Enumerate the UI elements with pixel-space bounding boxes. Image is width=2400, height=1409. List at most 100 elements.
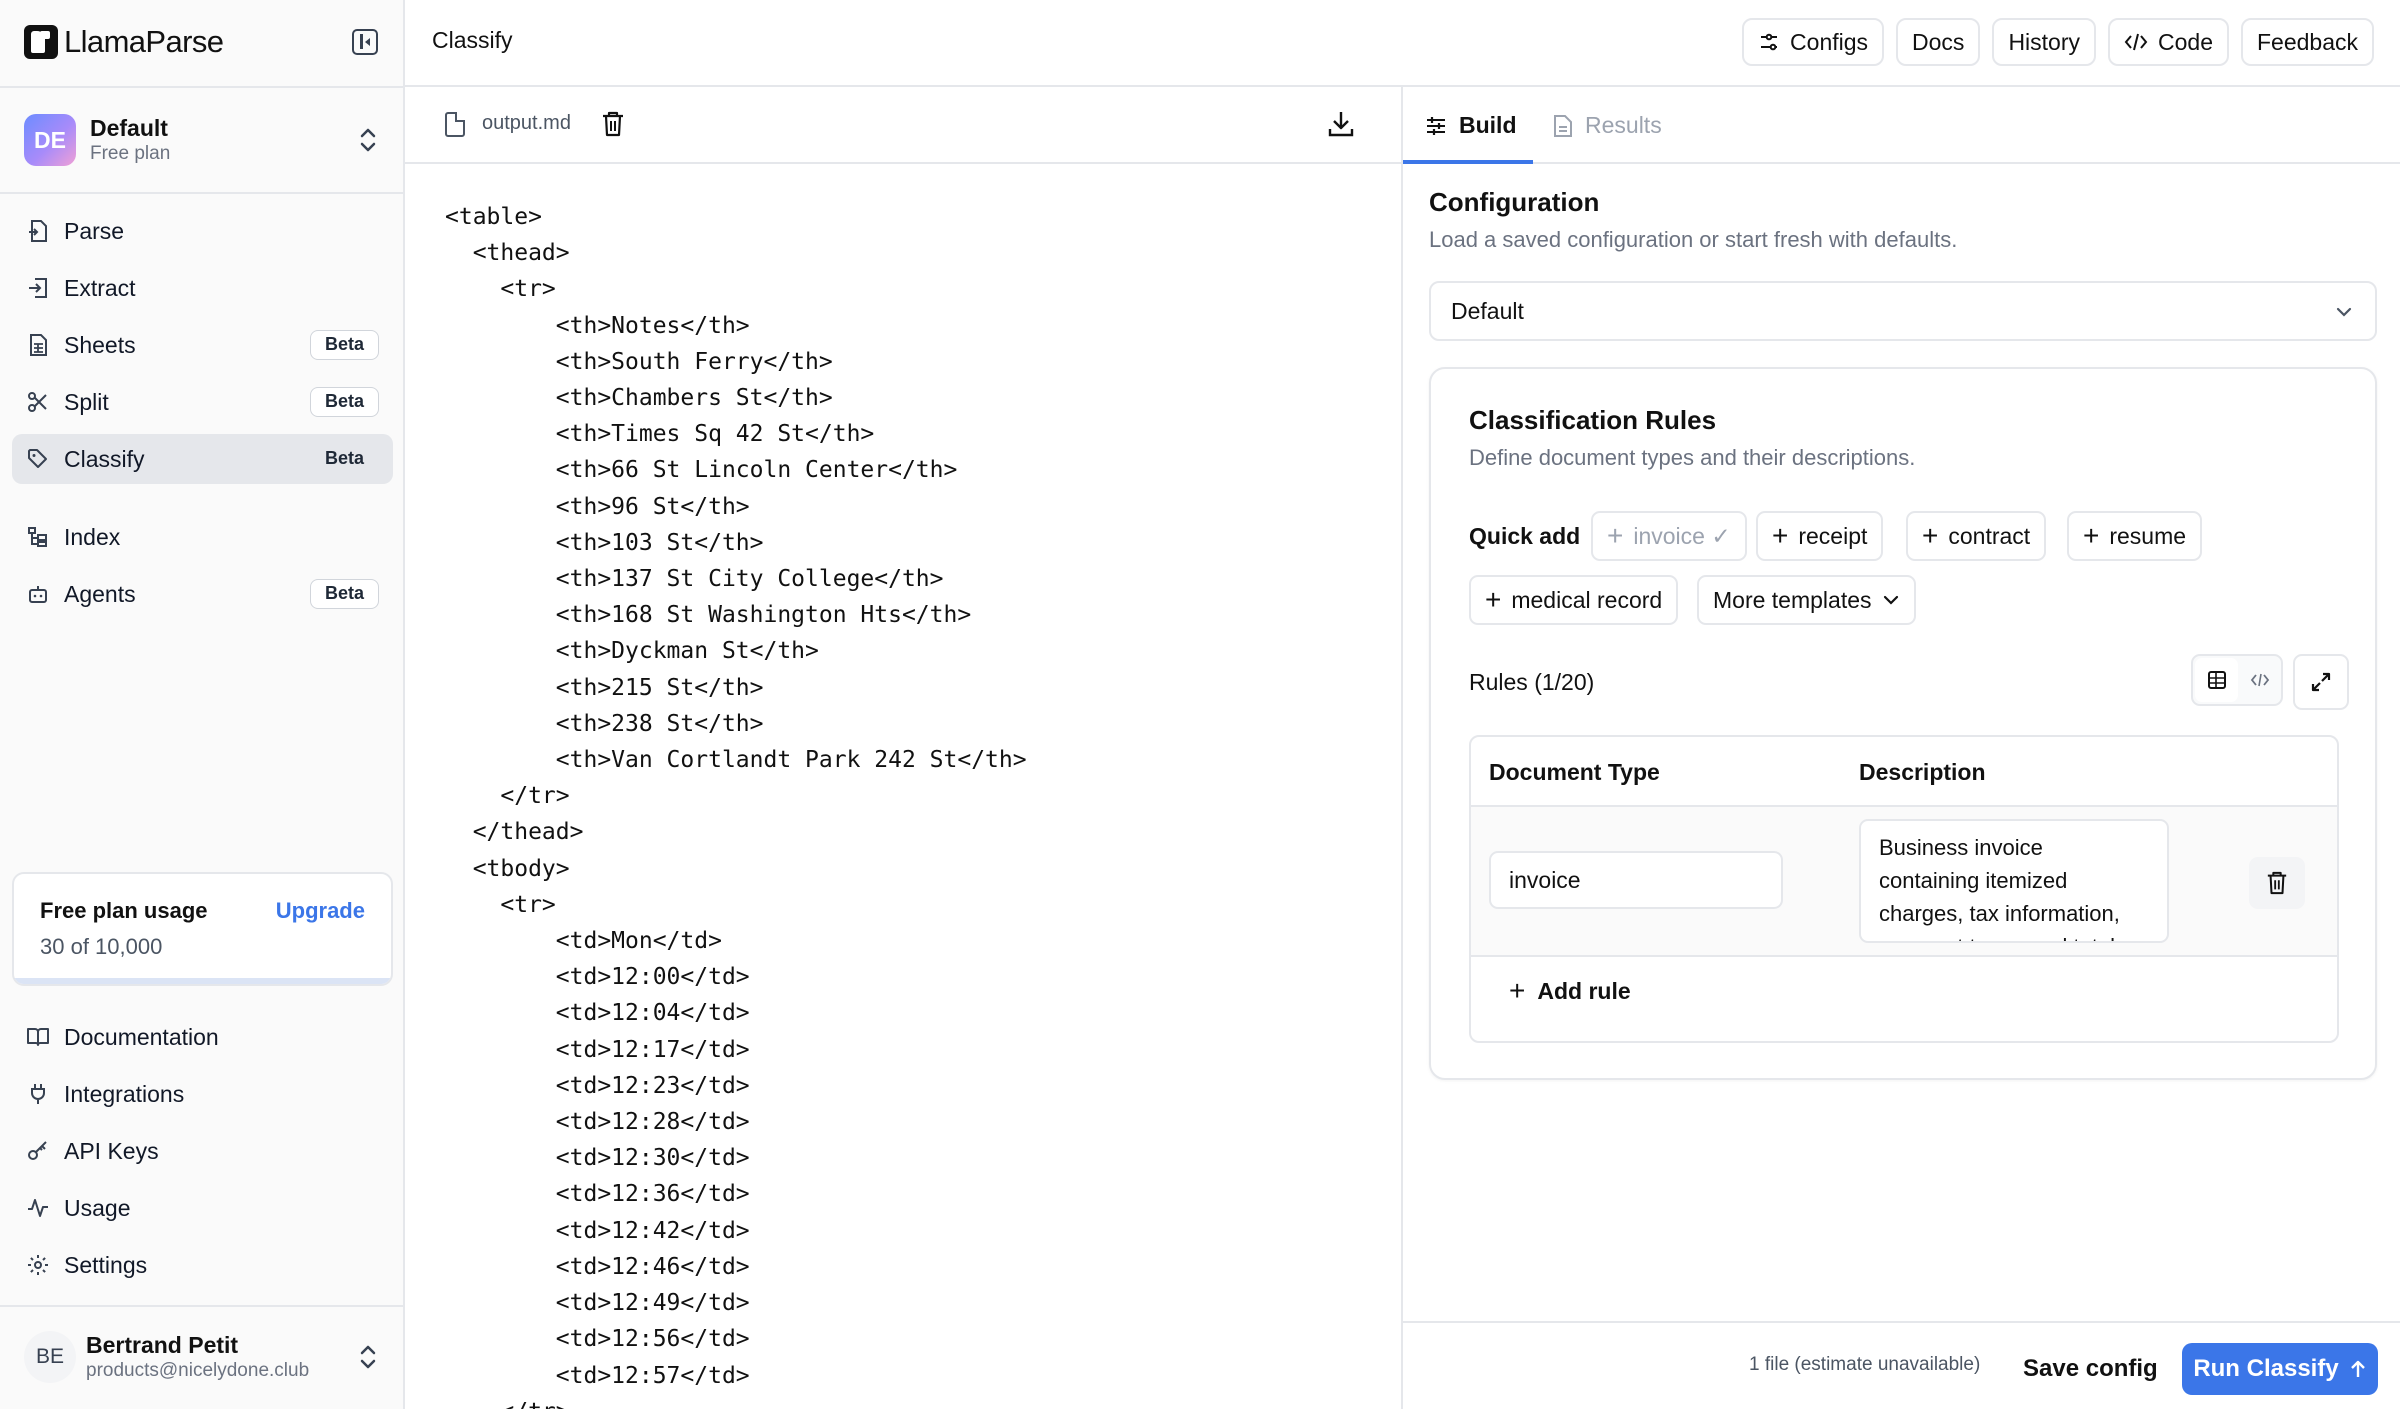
feedback-button[interactable]: Feedback — [2240, 18, 2374, 66]
quick-add-contract[interactable]: + contract — [1906, 511, 2047, 561]
description-textarea[interactable]: Business invoice containing itemized cha… — [1859, 819, 2169, 943]
run-classify-label: Run Classify — [2193, 1355, 2339, 1382]
expand-icon[interactable] — [2293, 654, 2349, 710]
nav-item-extract[interactable]: Extract — [12, 263, 393, 313]
plus-icon: + — [2083, 520, 2100, 551]
collapse-sidebar-icon[interactable] — [352, 29, 378, 55]
download-icon[interactable] — [1327, 109, 1355, 139]
build-pane: Build Results Configuration Load a saved… — [1403, 87, 2400, 1409]
avatar: BE — [24, 1331, 76, 1383]
beta-badge: Beta — [309, 444, 379, 474]
run-classify-button[interactable]: Run Classify — [2182, 1343, 2378, 1395]
tab-results[interactable]: Results — [1553, 87, 1662, 164]
tab-results-label: Results — [1585, 112, 1662, 138]
nav-label: API Keys — [64, 1137, 159, 1164]
nav-item-integrations[interactable]: Integrations — [12, 1069, 393, 1119]
more-templates-dropdown[interactable]: More templates — [1697, 575, 1916, 625]
gear-icon — [28, 1255, 48, 1275]
nav-label: Split — [64, 388, 109, 415]
user-menu[interactable]: BE Bertrand Petit products@nicelydone.cl… — [24, 1326, 384, 1388]
index-icon — [28, 527, 47, 547]
logo-text: LlamaParse — [64, 24, 224, 59]
logo[interactable]: LlamaParse — [24, 22, 224, 62]
chip-label: receipt — [1798, 522, 1868, 549]
plus-icon: + — [1607, 520, 1624, 551]
chip-label: invoice ✓ — [1633, 522, 1731, 549]
chevron-updown-icon — [360, 1345, 376, 1369]
nav-item-documentation[interactable]: Documentation — [12, 1012, 393, 1062]
docs-label: Docs — [1912, 28, 1965, 55]
workspace-plan: Free plan — [90, 143, 171, 164]
nav-item-split[interactable]: Split Beta — [12, 377, 393, 427]
rules-table: Document Type Description invoice Busine… — [1469, 735, 2339, 1043]
workspace-name: Default — [90, 115, 168, 141]
quick-add-receipt[interactable]: + receipt — [1756, 511, 1884, 561]
upgrade-link[interactable]: Upgrade — [276, 898, 365, 924]
nav-label: Documentation — [64, 1023, 219, 1050]
book-icon — [27, 1028, 49, 1046]
llama-logo-icon — [24, 25, 58, 59]
history-label: History — [2008, 28, 2080, 55]
workspace-switcher[interactable]: DE Default Free plan — [24, 112, 384, 168]
usage-title: Free plan usage — [40, 898, 208, 923]
nav-item-sheets[interactable]: Sheets Beta — [12, 320, 393, 370]
table-view-icon[interactable] — [2195, 658, 2238, 702]
nav-item-classify[interactable]: Classify Beta — [12, 434, 393, 484]
bot-icon — [29, 586, 47, 603]
chevron-down-icon — [2336, 307, 2352, 317]
add-rule-button[interactable]: + Add rule — [1509, 975, 1631, 1007]
file-name[interactable]: output.md — [482, 112, 571, 135]
tab-build[interactable]: Build — [1425, 87, 1531, 164]
nav-item-usage[interactable]: Usage — [12, 1183, 393, 1233]
action-footer: 1 file (estimate unavailable) Save confi… — [1403, 1321, 2400, 1409]
arrow-up-icon — [2350, 1360, 2365, 1377]
docs-button[interactable]: Docs — [1896, 18, 1981, 66]
nav-secondary: Index Agents Beta — [12, 512, 393, 626]
code-button[interactable]: Code — [2108, 18, 2229, 66]
nav-item-parse[interactable]: Parse — [12, 206, 393, 256]
key-icon — [28, 1141, 47, 1160]
quick-add-resume[interactable]: + resume — [2067, 511, 2203, 561]
file-toolbar: output.md — [405, 87, 1403, 164]
chip-label: contract — [1948, 522, 2031, 549]
configuration-select[interactable]: Default — [1429, 281, 2377, 341]
history-button[interactable]: History — [1992, 18, 2096, 66]
top-actions: Configs Docs History Code Feedback — [1742, 18, 2374, 66]
document-type-input[interactable]: invoice — [1489, 851, 1783, 909]
quick-add-medical-record[interactable]: + medical record — [1469, 575, 1679, 625]
nav-primary: Parse Extract Sheets Beta Split Beta Cla… — [12, 206, 393, 491]
delete-file-icon[interactable] — [601, 110, 625, 138]
chip-label: resume — [2109, 522, 2187, 549]
file-preview-pane: output.md <table> <thead> <tr> <th>Notes… — [405, 87, 1403, 1409]
sidebar: LlamaParse DE Default Free plan Parse Ex… — [0, 0, 405, 1409]
delete-rule-icon[interactable] — [2249, 857, 2305, 909]
nav-label: Settings — [64, 1251, 148, 1278]
column-header-type: Document Type — [1489, 759, 1660, 785]
quick-add-invoice[interactable]: + invoice ✓ — [1591, 511, 1747, 561]
configs-button[interactable]: Configs — [1742, 18, 1885, 66]
save-config-button[interactable]: Save config — [2023, 1345, 2158, 1393]
divider — [0, 86, 405, 88]
sliders-icon — [1427, 116, 1445, 135]
table-header: Document Type Description — [1471, 737, 2337, 807]
nav-item-agents[interactable]: Agents Beta — [12, 569, 393, 619]
usage-progress-fill — [14, 978, 16, 984]
plus-icon: + — [1922, 520, 1939, 551]
usage-progress-bar — [14, 978, 391, 984]
nav-label: Agents — [64, 580, 136, 607]
chip-label: More templates — [1713, 586, 1872, 613]
nav-item-index[interactable]: Index — [12, 512, 393, 562]
file-icon — [445, 112, 465, 137]
sliders-icon — [1761, 33, 1778, 51]
nav-item-api-keys[interactable]: API Keys — [12, 1126, 393, 1176]
rules-count: Rules (1/20) — [1469, 669, 1595, 695]
configuration-subtitle: Load a saved configuration or start fres… — [1429, 227, 1958, 252]
plus-icon: + — [1772, 520, 1789, 551]
nav-item-settings[interactable]: Settings — [12, 1240, 393, 1290]
nav-label: Index — [64, 523, 121, 550]
quick-add-label: Quick add — [1469, 523, 1581, 549]
code-label: Code — [2158, 28, 2213, 55]
markdown-output[interactable]: <table> <thead> <tr> <th>Notes</th> <th>… — [445, 199, 1375, 1409]
chevron-down-icon — [1883, 595, 1898, 605]
code-view-icon[interactable] — [2238, 658, 2281, 702]
